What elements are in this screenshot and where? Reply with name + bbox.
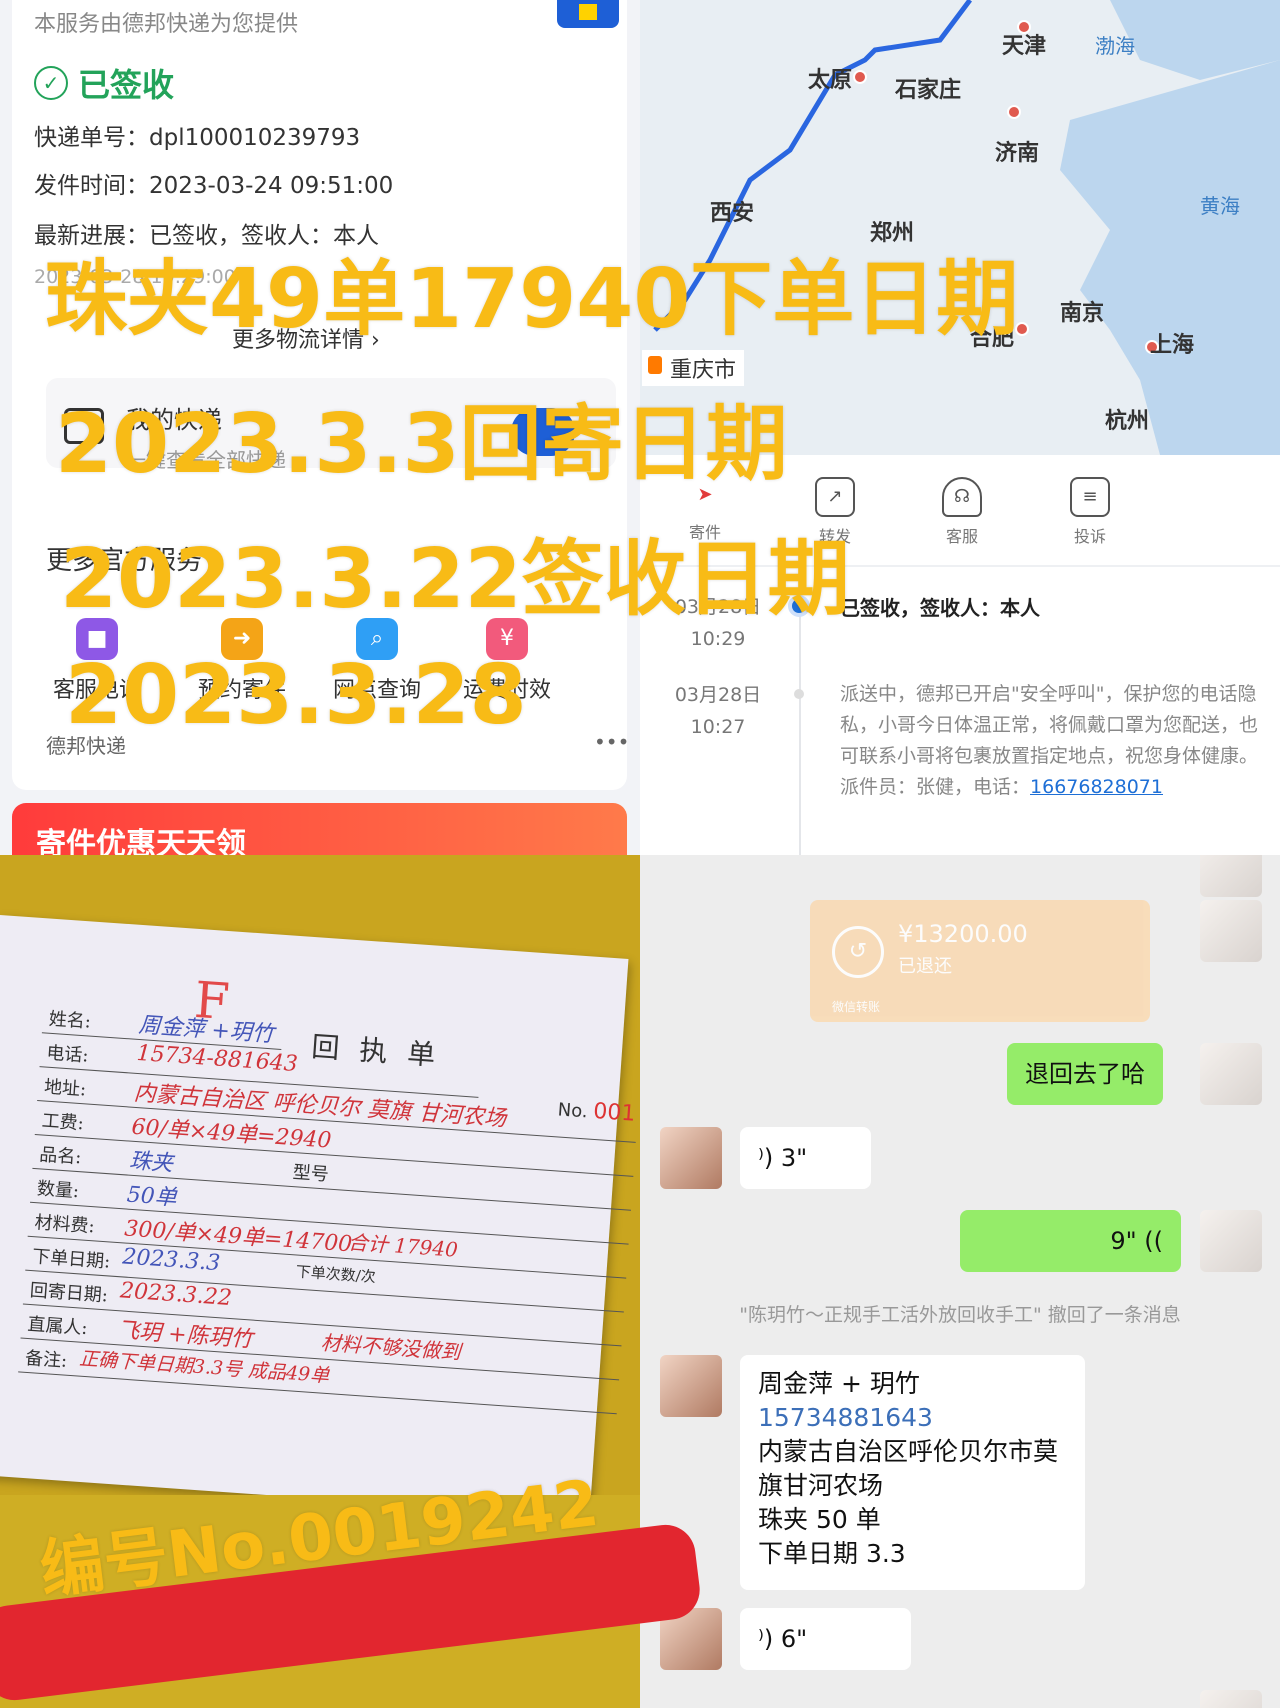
timeline-text: 已签收，签收人：本人 xyxy=(840,596,1040,620)
overlay-line-1: 珠夹49单17940下单日期 xyxy=(45,252,1019,347)
voice-message[interactable]: ⁾) 6" xyxy=(740,1608,911,1670)
voice-duration: 3" xyxy=(780,1144,808,1172)
action-label: 投诉 xyxy=(1073,527,1106,546)
city-label: 济南 xyxy=(995,141,1040,166)
voice-wave-icon: ⁾) xyxy=(758,1144,781,1172)
chat-bubble-sent[interactable]: 退回去了哈 xyxy=(1007,1043,1163,1105)
complaint-icon: ≡ xyxy=(1070,477,1110,517)
row-value: 珠夹 xyxy=(128,1148,174,1177)
more-options-icon[interactable]: ••• xyxy=(594,730,629,754)
row-label: 电话: xyxy=(45,1042,90,1067)
overlay-line-2: 2023.3.3回寄日期 xyxy=(55,397,788,492)
courier-phone-link[interactable]: 16676828071 xyxy=(1030,776,1163,798)
sea-area xyxy=(1060,60,1280,455)
receipt-form: F 回执单 No. 001 姓名: 周金萍 +玥竹 电话: 15734-881643… xyxy=(18,971,640,1415)
city-label: 上海 xyxy=(1150,333,1195,358)
timeline-text-block: 派送中，德邦已开启"安全呼叫"，保护您的电话隐私，小哥今日体温正常，将佩戴口罩为… xyxy=(840,679,1260,803)
timeline-day: 03月28日 xyxy=(674,684,762,706)
provider-text: 本服务由德邦快递为您提供 xyxy=(34,12,299,37)
row-label: 材料费: xyxy=(33,1212,96,1238)
card-phone[interactable]: 15734881643 xyxy=(758,1401,1067,1435)
city-dot xyxy=(853,70,867,84)
voice-wave-icon: (( xyxy=(1136,1227,1163,1255)
city-label: 石家庄 xyxy=(895,78,962,103)
row-label: 数量: xyxy=(36,1178,80,1203)
send-time-value: 2023-03-24 09:51:00 xyxy=(149,173,394,199)
transfer-footer: 微信转账 xyxy=(832,1000,881,1014)
city-label: 杭州 xyxy=(1105,409,1150,434)
recall-notice: "陈玥竹～正规手工活外放回收手工" 撤回了一条消息 xyxy=(739,1304,1181,1326)
row-label: 品名: xyxy=(38,1144,83,1169)
row-value: 50单 xyxy=(125,1182,178,1211)
total-text: 合计 17940 xyxy=(347,1230,459,1262)
city-label: 西安 xyxy=(710,201,755,226)
row-label: 直属人: xyxy=(26,1313,89,1340)
sea-label: 渤海 xyxy=(1095,34,1135,58)
avatar[interactable] xyxy=(1200,1043,1262,1105)
avatar[interactable] xyxy=(1200,1210,1262,1272)
timeline-dot xyxy=(794,689,804,699)
row-label: 姓名: xyxy=(48,1008,92,1033)
voice-duration: 9" xyxy=(1110,1227,1137,1255)
receipt-paper: F 回执单 No. 001 姓名: 周金萍 +玥竹 电话: 15734-881643… xyxy=(0,915,639,1518)
waybill-label: 快递单号： xyxy=(34,125,149,151)
waybill-row: 快递单号：dpl100010239793 xyxy=(34,118,360,152)
city-label: 南京 xyxy=(1060,301,1105,326)
share-icon: ↗ xyxy=(815,477,855,517)
service-action[interactable]: ☊ 客服 xyxy=(917,477,1007,547)
model-label: 型号 xyxy=(292,1162,330,1186)
promo-text: 寄件优惠天天领 xyxy=(36,827,246,855)
address-message[interactable]: 周金萍 + 玥竹 15734881643 内蒙古自治区呼伦贝尔市莫旗甘河农场 珠… xyxy=(740,1355,1085,1590)
promo-banner[interactable]: 寄件优惠天天领 xyxy=(12,803,627,855)
city-dot xyxy=(1007,105,1021,119)
card-date: 下单日期 3.3 xyxy=(758,1539,906,1568)
row-label: 地址: xyxy=(43,1076,87,1101)
avatar[interactable] xyxy=(1200,900,1262,962)
avatar[interactable] xyxy=(660,1127,722,1189)
voice-message-sent[interactable]: 9" (( xyxy=(960,1210,1181,1272)
refund-icon: ↺ xyxy=(832,926,884,978)
city-label: 天津 xyxy=(1002,34,1047,59)
avatar[interactable] xyxy=(660,1355,722,1417)
voice-duration: 6" xyxy=(780,1625,808,1653)
chat-panel: ↺ ¥13200.00 已退还 微信转账 退回去了哈 ⁾) 3" 9" (( "… xyxy=(640,855,1280,1708)
avatar[interactable] xyxy=(1200,1690,1262,1708)
card-item: 珠夹 50 单 xyxy=(758,1505,881,1534)
transfer-status: 已退还 xyxy=(898,956,952,977)
deppon-logo-icon xyxy=(557,0,619,28)
complaint-action[interactable]: ≡ 投诉 xyxy=(1045,477,1135,547)
overlay-line-4: 2023.3.28 xyxy=(65,648,527,743)
status-signed: 已签收 xyxy=(78,66,175,104)
order-count-label: 下单次数/次 xyxy=(295,1262,377,1287)
row-label: 备注: xyxy=(24,1347,68,1372)
status-row: ✓ 已签收 xyxy=(34,60,174,106)
action-label: 客服 xyxy=(945,527,978,546)
check-circle-icon: ✓ xyxy=(34,66,68,100)
card-address: 内蒙古自治区呼伦贝尔市莫旗甘河农场 xyxy=(758,1437,1059,1500)
send-time-row: 发件时间：2023-03-24 09:51:00 xyxy=(34,166,393,200)
row-label: 下单日期: xyxy=(31,1246,111,1273)
transfer-amount: ¥13200.00 xyxy=(898,920,1028,948)
timeline-time: 10:27 xyxy=(690,716,746,738)
transfer-card[interactable]: ↺ ¥13200.00 已退还 微信转账 xyxy=(810,900,1150,1022)
waybill-value[interactable]: dpl100010239793 xyxy=(149,125,360,151)
overlay-line-3: 2023.3.22签收日期 xyxy=(60,532,850,627)
row-value: 2023.3.3 xyxy=(121,1244,222,1277)
headset-icon: ☊ xyxy=(942,477,982,517)
timeline-date: 03月28日 10:27 xyxy=(668,679,768,743)
row-label: 回寄日期: xyxy=(29,1280,109,1307)
voice-message[interactable]: ⁾) 3" xyxy=(740,1127,871,1189)
card-name: 周金萍 + 玥竹 xyxy=(758,1369,920,1398)
row-label: 工费: xyxy=(41,1110,85,1135)
avatar[interactable] xyxy=(1200,855,1262,897)
send-time-label: 发件时间： xyxy=(34,173,149,199)
sea-label: 黄海 xyxy=(1200,194,1240,218)
voice-wave-icon: ⁾) xyxy=(758,1625,781,1653)
row-value: 2023.3.22 xyxy=(119,1278,233,1312)
city-label: 太原 xyxy=(808,68,853,93)
